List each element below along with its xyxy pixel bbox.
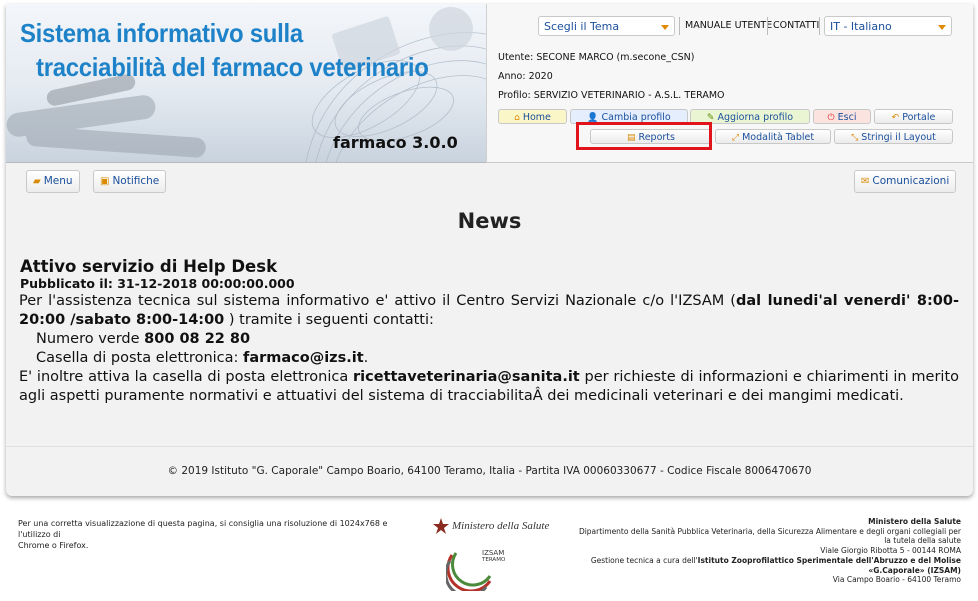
- menu-label: Menu: [43, 175, 73, 187]
- home-button[interactable]: ⌂ Home: [498, 109, 567, 124]
- portale-label: Portale: [902, 112, 936, 123]
- notifiche-label: Notifiche: [112, 175, 160, 187]
- user-profile: Profilo: SERVIZIO VETERINARIO - A.S.L. T…: [498, 90, 725, 101]
- article-title: Attivo servizio di Help Desk: [20, 257, 278, 276]
- esci-button[interactable]: ⏻ Esci: [813, 109, 871, 124]
- manuale-utente-link[interactable]: MANUALE UTENTE: [685, 20, 772, 31]
- user-year: Anno: 2020: [498, 71, 553, 82]
- institution-info: Ministero della Salute Dipartimento dell…: [541, 517, 961, 585]
- contatti-link[interactable]: CONTATTI: [773, 20, 819, 31]
- chevron-down-icon: [661, 25, 669, 30]
- info-line: la tutela della salute: [884, 536, 961, 546]
- main-card: Sistema informativo sulla tracciabilità …: [6, 4, 973, 496]
- header-banner: Sistema informativo sulla tracciabilità …: [6, 4, 486, 163]
- article-paragraph: E' inoltre attiva la casella di posta el…: [19, 368, 959, 406]
- text: ) tramite i seguenti contatti:: [224, 312, 434, 328]
- divider: [6, 446, 973, 447]
- theme-select-value: Scegli il Tema: [544, 20, 620, 33]
- divider: [679, 17, 680, 35]
- phone-line: Numero verde 800 08 22 80: [19, 330, 959, 349]
- home-button-label: Home: [522, 112, 551, 123]
- stringi-layout-button[interactable]: ⤡ Stringi il Layout: [834, 129, 953, 144]
- text: .: [363, 350, 369, 366]
- browser-advice: Per una corretta visualizzazione di ques…: [18, 518, 398, 551]
- izsam-logo-text: IZSAM: [482, 549, 505, 557]
- language-select-value: IT - Italiano: [830, 20, 892, 33]
- advice-text: Chrome o Firefox.: [18, 541, 89, 550]
- compress-icon: ⤡: [851, 133, 859, 143]
- izsam-logo-sub: TERAMO: [482, 557, 506, 563]
- notifiche-button[interactable]: ▣ Notifiche: [93, 170, 167, 193]
- article-date: Pubblicato il: 31-12-2018 00:00:00.000: [20, 276, 295, 291]
- info-line: Ministero della Salute: [868, 517, 961, 526]
- mail-icon: ✉: [861, 176, 870, 187]
- power-icon: ⏻: [827, 113, 835, 123]
- language-select[interactable]: IT - Italiano: [824, 16, 952, 36]
- divider: [767, 17, 768, 35]
- comunicazioni-button[interactable]: ✉ Comunicazioni: [854, 170, 957, 193]
- info-line: Via Campo Boario - 64100 Teramo: [832, 575, 961, 585]
- article-paragraph: Per l'assistenza tecnica sul sistema inf…: [19, 292, 959, 330]
- portale-button[interactable]: ↶ Portale: [874, 109, 953, 124]
- folder-icon: ▰: [33, 176, 41, 187]
- text: Istituto Zooprofilattico Sperimentale de…: [697, 555, 961, 565]
- app-version: farmaco 3.0.0: [333, 133, 458, 152]
- info-line: Dipartimento della Sanità Pubblica Veter…: [578, 526, 961, 536]
- back-arrow-icon: ↶: [891, 113, 900, 123]
- notification-icon: ▣: [100, 176, 110, 187]
- phone-label: Numero verde: [36, 331, 145, 347]
- text: Gestione tecnica a cura dell': [590, 555, 698, 565]
- esci-label: Esci: [837, 112, 857, 123]
- text: Per l'assistenza tecnica sul sistema inf…: [19, 293, 736, 309]
- email-link[interactable]: ricettaveterinaria@sanita.it: [353, 369, 580, 385]
- phone-number: 800 08 22 80: [144, 331, 251, 347]
- reports-highlight-box: [576, 122, 712, 150]
- comunicazioni-label: Comunicazioni: [872, 175, 950, 187]
- email-line: Casella di posta elettronica: farmaco@iz…: [19, 349, 959, 368]
- modalita-tablet-label: Modalità Tablet: [742, 132, 815, 143]
- user-panel: Scegli il Tema MANUALE UTENTE CONTATTI I…: [486, 4, 973, 163]
- app-title-line1: Sistema informativo sulla: [20, 18, 303, 48]
- text: E' inoltre attiva la casella di posta el…: [19, 369, 354, 385]
- user-name: Utente: SECONE MARCO (m.secone_CSN): [498, 52, 695, 63]
- app-title-line2: tracciabilità del farmaco veterinario: [36, 52, 429, 82]
- email-label: Casella di posta elettronica:: [36, 350, 244, 366]
- copyright: © 2019 Istituto "G. Caporale" Campo Boar…: [167, 465, 812, 477]
- modalita-tablet-button[interactable]: ⤢ Modalità Tablet: [715, 129, 831, 144]
- info-line: Gestione tecnica a cura dell'Istituto Zo…: [541, 556, 961, 566]
- news-heading: News: [457, 209, 522, 233]
- republic-emblem-icon: [433, 518, 449, 534]
- home-icon: ⌂: [514, 113, 520, 123]
- divider: [819, 17, 820, 35]
- chevron-down-icon: [938, 25, 946, 30]
- theme-select[interactable]: Scegli il Tema: [538, 16, 675, 36]
- advice-text: Per una corretta visualizzazione di ques…: [18, 519, 388, 539]
- ministero-logo: Ministero della Salute: [452, 520, 550, 532]
- email-link[interactable]: farmaco@izs.it: [243, 350, 364, 366]
- expand-icon: ⤢: [731, 133, 740, 143]
- article-body: Per l'assistenza tecnica sul sistema inf…: [19, 292, 959, 406]
- info-line: Viale Giorgio Ribotta 5 - 00144 ROMA: [820, 546, 961, 556]
- aggiorna-profilo-label: Aggiorna profilo: [717, 112, 794, 123]
- stringi-layout-label: Stringi il Layout: [861, 132, 936, 143]
- info-line: «G.Caporale» (IZSAM): [868, 565, 961, 575]
- menu-button[interactable]: ▰ Menu: [26, 170, 80, 193]
